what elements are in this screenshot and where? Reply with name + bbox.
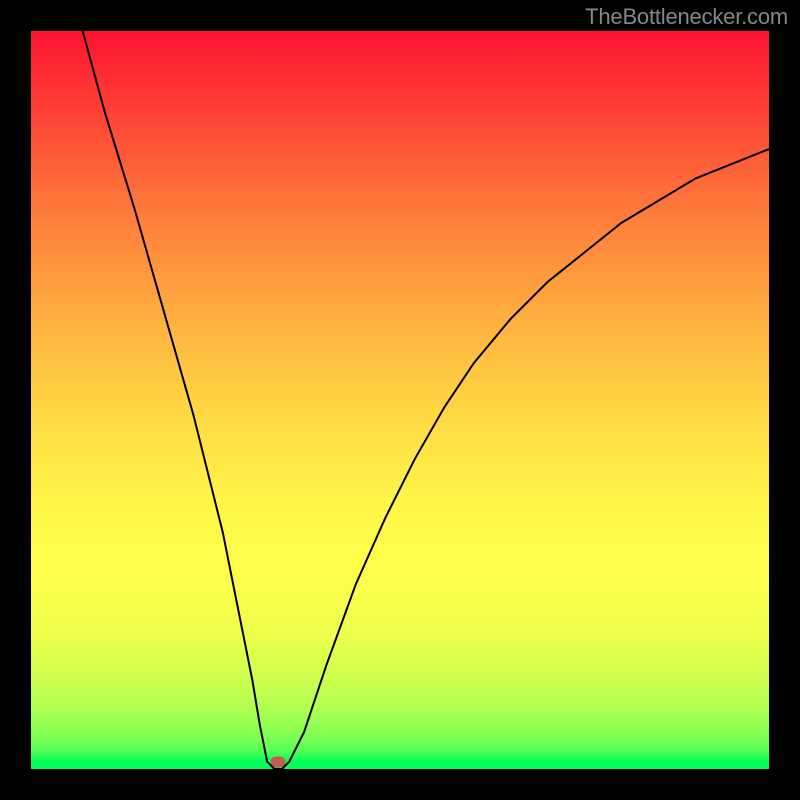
chart-container: TheBottlenecker.com (0, 0, 800, 800)
curve-svg (31, 31, 769, 769)
plot-area (31, 31, 769, 769)
attribution-text: TheBottlenecker.com (585, 4, 788, 30)
bottleneck-curve-path (83, 31, 769, 769)
